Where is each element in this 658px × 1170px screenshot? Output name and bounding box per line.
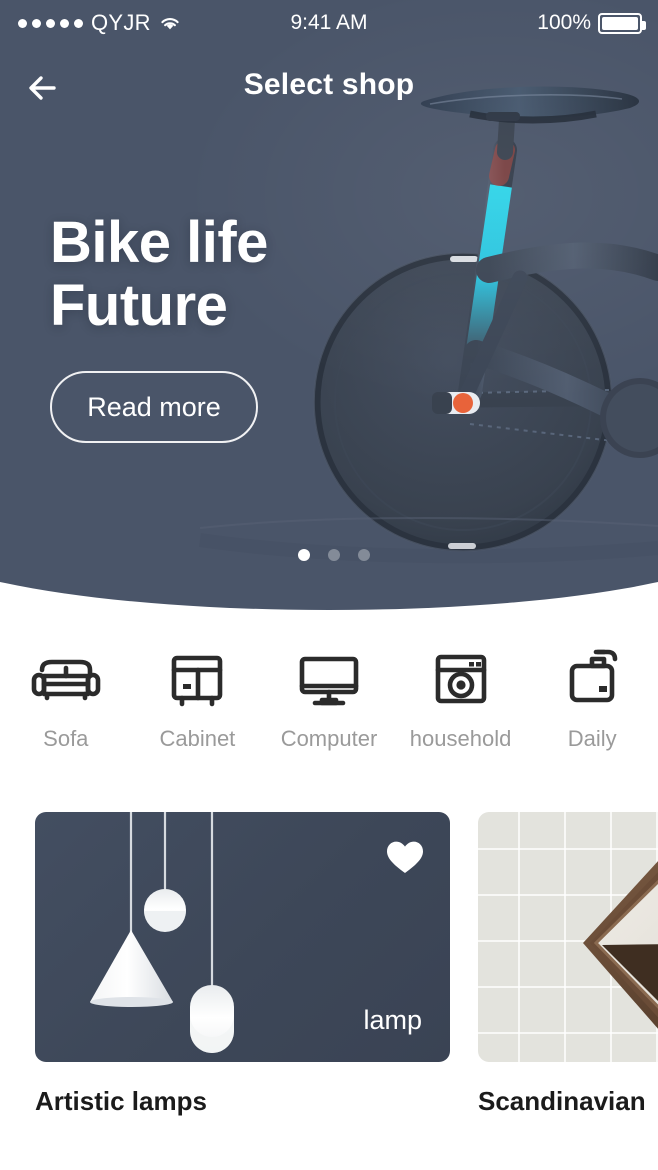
hero-banner: QYJR 9:41 AM 100% Select shop Bike life … xyxy=(0,0,658,610)
category-item-daily[interactable]: Daily xyxy=(526,646,658,752)
carousel-dot-1[interactable] xyxy=(298,549,310,561)
category-item-sofa[interactable]: Sofa xyxy=(0,646,132,752)
category-bar: Sofa Cabinet Computer household Daily xyxy=(0,646,658,752)
sofa-icon xyxy=(26,646,106,708)
read-more-button[interactable]: Read more xyxy=(50,371,258,444)
nav-bar: Select shop xyxy=(0,60,658,116)
monitor-icon xyxy=(289,646,369,708)
mobile-screen: QYJR 9:41 AM 100% Select shop Bike life … xyxy=(0,0,658,1170)
category-label: Daily xyxy=(567,726,617,751)
product-image-lamps: lamp xyxy=(35,812,450,1062)
carousel-pagination xyxy=(298,549,370,561)
washing-machine-icon xyxy=(421,646,501,708)
category-label: Sofa xyxy=(43,726,89,751)
product-title: Artistic lamps xyxy=(35,1086,207,1116)
category-item-cabinet[interactable]: Cabinet xyxy=(132,646,264,752)
product-card[interactable]: lamp Artistic lamps xyxy=(35,812,450,1117)
category-item-household[interactable]: household xyxy=(395,646,527,752)
hexagonal-wood-shelf-mirror xyxy=(583,861,658,1029)
product-image-tag: lamp xyxy=(363,1005,422,1035)
carousel-dot-3[interactable] xyxy=(358,549,370,561)
favorite-heart-icon[interactable] xyxy=(386,840,424,874)
product-image-shelf xyxy=(478,812,658,1062)
battery-percent-label: 100% xyxy=(537,11,591,34)
battery-full-icon xyxy=(598,12,646,34)
soap-dispenser-icon xyxy=(552,646,632,708)
product-card[interactable]: Scandinavian xyxy=(478,812,658,1117)
product-title: Scandinavian xyxy=(478,1086,646,1116)
hero-content: Bike life Future Read more xyxy=(50,210,268,444)
category-item-computer[interactable]: Computer xyxy=(263,646,395,752)
status-bar: QYJR 9:41 AM 100% xyxy=(0,0,658,46)
status-right: 100% xyxy=(537,11,646,35)
category-label: Cabinet xyxy=(159,726,236,751)
cabinet-icon xyxy=(157,646,237,708)
hero-title-line2: Future xyxy=(50,272,228,338)
product-card-list: lamp Artistic lamps Scandinavian xyxy=(35,812,658,1117)
page-title: Select shop xyxy=(243,68,415,101)
category-label: Computer xyxy=(280,726,378,751)
carousel-dot-2[interactable] xyxy=(328,549,340,561)
category-label: household xyxy=(409,726,512,751)
hero-title-line1: Bike life xyxy=(50,210,268,275)
